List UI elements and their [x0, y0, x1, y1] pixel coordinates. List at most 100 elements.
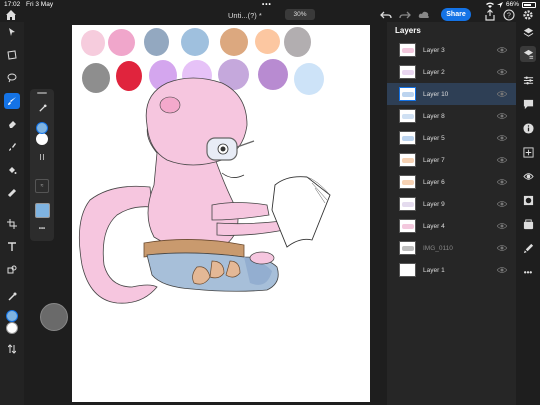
left-toolbar — [0, 22, 24, 405]
layers-panel-title: Layers — [395, 26, 421, 35]
layer-row[interactable]: Layer 7 — [387, 149, 516, 171]
layers-icon — [523, 27, 533, 37]
document-title[interactable]: Unti...(?) * — [228, 11, 262, 20]
healing-icon — [7, 188, 17, 198]
layer-name: Layer 6 — [423, 178, 445, 186]
layer-row[interactable]: Layer 5 — [387, 127, 516, 149]
layer-visibility-icon[interactable] — [497, 46, 507, 54]
layer-row[interactable]: Layer 4 — [387, 215, 516, 237]
shape-icon — [7, 265, 17, 274]
swap-icon — [40, 154, 44, 160]
layer-row[interactable]: Layer 10 — [387, 83, 516, 105]
layer-name: Layer 4 — [423, 222, 445, 230]
more-icon[interactable]: ••• — [522, 266, 534, 278]
canvas[interactable] — [72, 25, 370, 402]
layer-thumbnail — [399, 175, 416, 189]
add-layer-button[interactable] — [522, 146, 534, 158]
smudge-tool[interactable] — [4, 139, 20, 155]
healing-tool[interactable] — [4, 185, 20, 201]
layer-thumbnail — [399, 197, 416, 211]
lasso-tool[interactable] — [4, 70, 20, 86]
select-icon — [9, 28, 15, 36]
layers-button[interactable] — [522, 26, 534, 38]
secondary-color-swatch[interactable] — [6, 322, 18, 334]
layer-thumbnail — [399, 65, 416, 79]
shape-tool[interactable] — [4, 262, 20, 278]
layer-visibility-icon[interactable] — [497, 200, 507, 208]
layer-name: Layer 2 — [423, 68, 445, 76]
comments-button[interactable] — [522, 98, 534, 110]
eyedropper-tool[interactable] — [4, 289, 20, 305]
eraser-tool[interactable] — [4, 116, 20, 132]
share-button[interactable]: Share — [441, 8, 471, 21]
undo-icon[interactable] — [380, 9, 392, 21]
fill-tool[interactable] — [4, 162, 20, 178]
brush-preview-icon — [34, 202, 50, 218]
mask-button[interactable] — [522, 194, 534, 206]
panel-handle[interactable] — [30, 91, 54, 95]
zoom-level[interactable]: 30% — [285, 9, 315, 20]
layer-properties-icon — [523, 49, 533, 59]
layer-visibility-icon[interactable] — [497, 68, 507, 76]
primary-color-swatch[interactable] — [6, 310, 18, 322]
layer-visibility-icon[interactable] — [497, 134, 507, 142]
layer-visibility-icon[interactable] — [497, 178, 507, 186]
eyedropper-icon — [8, 292, 17, 301]
info-button[interactable] — [522, 122, 534, 134]
brush-primary-color[interactable] — [36, 122, 48, 134]
layer-row[interactable]: Layer 6 — [387, 171, 516, 193]
layers-panel: Layers Layer 3 Layer 2 Layer 10 Layer 8 Laye… — [387, 22, 516, 405]
select-tool[interactable] — [4, 24, 20, 40]
layer-name: Layer 5 — [423, 134, 445, 142]
brush-swap-button[interactable] — [30, 151, 54, 163]
brush-secondary-color[interactable] — [36, 133, 48, 145]
brush-size-icon: ≈ — [35, 179, 49, 193]
type-tool[interactable] — [4, 239, 20, 255]
crop-tool[interactable] — [4, 216, 20, 232]
cloud-icon[interactable] — [418, 9, 430, 21]
layer-visibility-icon[interactable] — [497, 90, 507, 98]
layer-properties-button[interactable] — [520, 46, 536, 62]
layer-visibility-icon[interactable] — [497, 222, 507, 230]
eyedropper-button[interactable] — [30, 101, 54, 115]
brush-tool[interactable] — [4, 93, 20, 109]
layer-thumbnail — [399, 263, 416, 277]
layer-row[interactable]: Layer 2 — [387, 61, 516, 83]
brush-size-button[interactable]: ≈ — [30, 179, 54, 193]
visibility-button[interactable] — [522, 170, 534, 182]
layer-name: IMG_0110 — [423, 244, 453, 252]
layer-visibility-icon[interactable] — [497, 266, 507, 274]
layer-name: Layer 8 — [423, 112, 445, 120]
layer-row[interactable]: IMG_0110 — [387, 237, 516, 259]
layer-visibility-icon[interactable] — [497, 112, 507, 120]
brush-icon — [8, 97, 16, 105]
brush-size-touch-modifier[interactable] — [40, 303, 68, 331]
layer-name: Layer 1 — [423, 266, 445, 274]
help-icon[interactable]: ? — [503, 9, 515, 21]
home-icon[interactable] — [5, 9, 17, 21]
eyedropper-icon — [38, 103, 47, 112]
delete-layer-button[interactable] — [522, 242, 534, 254]
layer-row[interactable]: Layer 3 — [387, 39, 516, 61]
layer-row[interactable]: Layer 9 — [387, 193, 516, 215]
trash-icon — [523, 243, 533, 253]
export-icon[interactable] — [484, 9, 496, 21]
layer-visibility-icon[interactable] — [497, 156, 507, 164]
lasso-icon — [7, 73, 17, 83]
layer-name: Layer 3 — [423, 46, 445, 54]
more-options-icon[interactable]: ••• — [30, 225, 54, 233]
fill-icon — [9, 167, 17, 174]
redo-icon[interactable] — [399, 9, 411, 21]
layer-visibility-icon[interactable] — [497, 244, 507, 252]
brush-preset-button[interactable] — [30, 202, 54, 218]
swap-icon — [8, 344, 16, 354]
adjustments-button[interactable] — [522, 74, 534, 86]
comment-icon — [523, 99, 533, 109]
layer-row[interactable]: Layer 8 — [387, 105, 516, 127]
smudge-icon — [9, 143, 16, 151]
swap-colors[interactable] — [4, 341, 20, 357]
layer-row[interactable]: Layer 1 — [387, 259, 516, 281]
transform-tool[interactable] — [4, 47, 20, 63]
clipping-button[interactable] — [522, 218, 534, 230]
settings-icon[interactable] — [522, 9, 534, 21]
